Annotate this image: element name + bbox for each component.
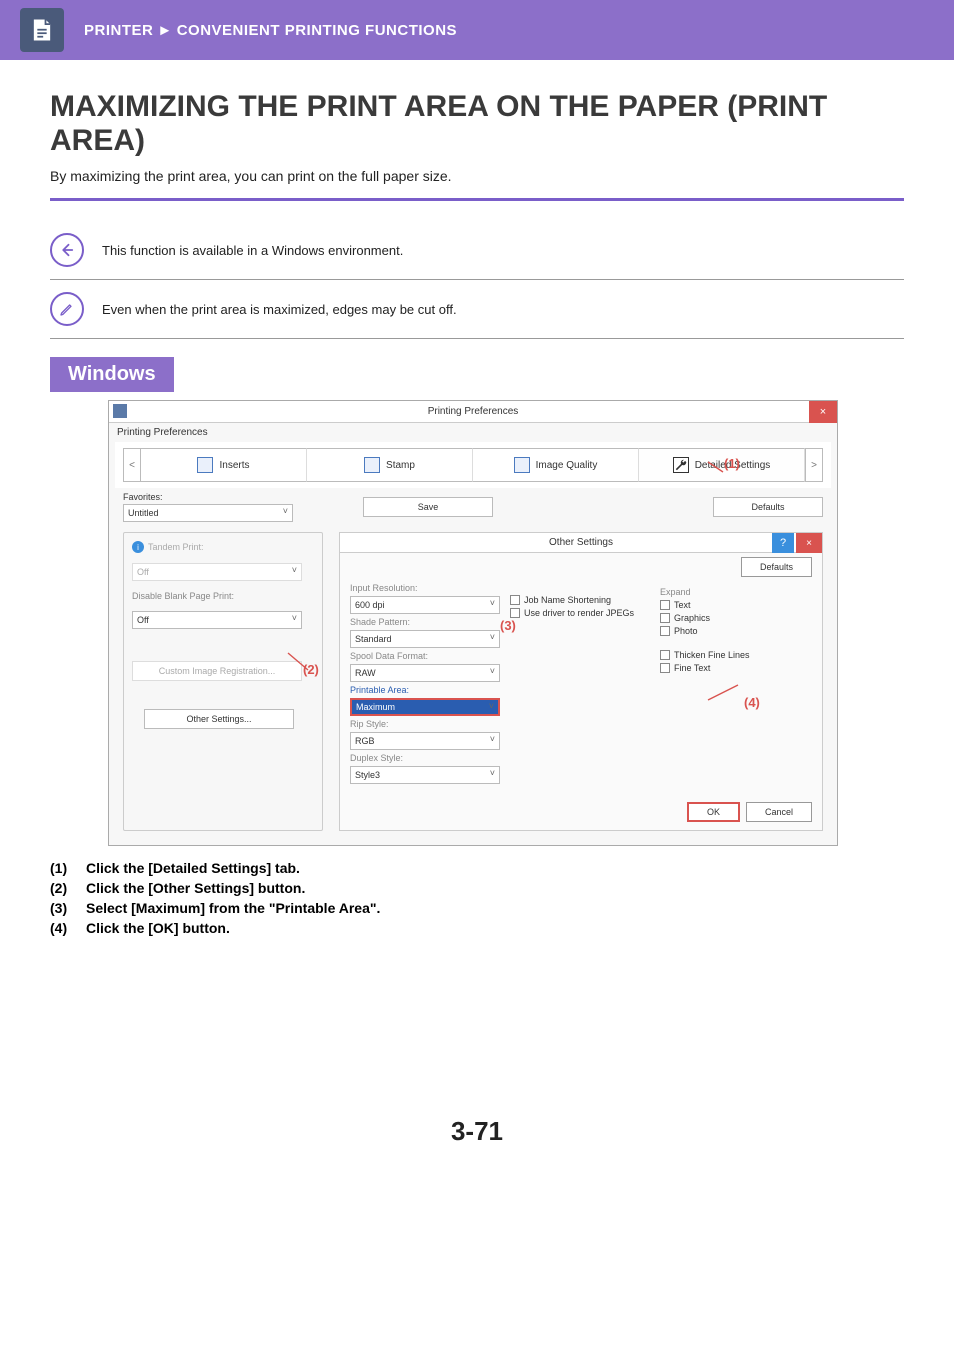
expand-photo-checkbox[interactable]: Photo [660,626,812,636]
back-arrow-icon [50,233,84,267]
dialog-title: Printing Preferences [428,406,519,417]
marker-3: (3) [500,618,516,633]
thicken-fine-lines-checkbox[interactable]: Thicken Fine Lines [660,650,812,660]
info-icon: i [132,541,144,553]
save-button[interactable]: Save [363,497,493,517]
pencil-icon [50,292,84,326]
tab-label: Inserts [219,460,249,471]
tab-label: Image Quality [536,460,598,471]
header-bar: PRINTER ► CONVENIENT PRINTING FUNCTIONS [0,0,954,60]
tandem-print-label: Tandem Print: [148,542,204,552]
blank-page-select[interactable]: Off [132,611,302,629]
tab-detailed-settings[interactable]: Detailed Settings [639,448,805,482]
blank-page-label: Disable Blank Page Print: [132,591,314,601]
printable-area-select[interactable]: Maximum [350,698,500,716]
tab-stamp[interactable]: Stamp [307,448,473,482]
window-icon [113,404,127,418]
other-settings-button[interactable]: Other Settings... [144,709,294,729]
rip-style-label: Rip Style: [350,719,500,729]
spool-format-select[interactable]: RAW [350,664,500,682]
shade-pattern-label: Shade Pattern: [350,617,500,627]
page-title: MAXIMIZING THE PRINT AREA ON THE PAPER (… [50,90,904,158]
input-resolution-select[interactable]: 600 dpi [350,596,500,614]
chevron-right-icon: ► [157,22,172,39]
divider [50,198,904,201]
tab-inserts[interactable]: Inserts [141,448,307,482]
image-quality-icon [514,457,530,473]
job-name-shortening-checkbox[interactable]: Job Name Shortening [510,595,650,605]
duplex-style-select[interactable]: Style3 [350,766,500,784]
page-subtitle: By maximizing the print area, you can pr… [50,168,904,184]
tandem-print-select: Off [132,563,302,581]
step-item: (1)Click the [Detailed Settings] tab. [50,860,954,876]
favorites-select[interactable]: Untitled [123,504,293,522]
note-row: This function is available in a Windows … [50,221,904,280]
dialog-subtitle: Printing Preferences [109,423,837,442]
other-settings-dialog: Other Settings ? × Defaults Input Resolu… [339,532,823,831]
cancel-button[interactable]: Cancel [746,802,812,822]
note-row: Even when the print area is maximized, e… [50,280,904,339]
rip-style-select[interactable]: RGB [350,732,500,750]
sub-defaults-button[interactable]: Defaults [741,557,812,577]
breadcrumb-section[interactable]: PRINTER [84,22,153,39]
marker-4: (4) [744,695,760,710]
tab-label: Stamp [386,460,415,471]
note-text: Even when the print area is maximized, e… [102,302,457,317]
expand-graphics-checkbox[interactable]: Graphics [660,613,812,623]
expand-label: Expand [660,587,812,597]
input-resolution-label: Input Resolution: [350,583,500,593]
shade-pattern-select[interactable]: Standard [350,630,500,648]
stamp-icon [364,457,380,473]
step-item: (2)Click the [Other Settings] button. [50,880,954,896]
sub-dialog-titlebar: Other Settings ? × [340,533,822,553]
dialog-titlebar: Printing Preferences × [109,401,837,423]
use-driver-jpeg-checkbox[interactable]: Use driver to render JPEGs [510,608,650,618]
spool-format-label: Spool Data Format: [350,651,500,661]
custom-image-registration-button: Custom Image Registration... [132,661,302,681]
printer-page-icon [20,8,64,52]
step-item: (3)Select [Maximum] from the "Printable … [50,900,954,916]
tab-next-arrow[interactable]: > [805,448,823,482]
dialog-screenshot: Printing Preferences × Printing Preferen… [108,400,838,846]
duplex-style-label: Duplex Style: [350,753,500,763]
tab-prev-arrow[interactable]: < [123,448,141,482]
marker-1: (1) [724,456,740,471]
printable-area-label: Printable Area: [350,685,500,695]
step-list: (1)Click the [Detailed Settings] tab. (2… [50,860,954,936]
note-text: This function is available in a Windows … [102,243,403,258]
close-icon[interactable]: × [796,533,822,553]
help-icon[interactable]: ? [772,533,794,553]
sub-dialog-title: Other Settings [549,537,613,548]
wrench-icon [673,457,689,473]
inserts-icon [197,457,213,473]
favorites-label: Favorites: [123,492,323,502]
step-item: (4)Click the [OK] button. [50,920,954,936]
page-number: 3-71 [0,1116,954,1147]
fine-text-checkbox[interactable]: Fine Text [660,663,812,673]
left-panel: i Tandem Print: Off Disable Blank Page P… [123,532,323,831]
ok-button[interactable]: OK [687,802,740,822]
tab-image-quality[interactable]: Image Quality [473,448,639,482]
close-icon[interactable]: × [809,401,837,423]
defaults-button[interactable]: Defaults [713,497,823,517]
expand-text-checkbox[interactable]: Text [660,600,812,610]
marker-2: (2) [303,662,319,677]
section-windows: Windows [50,357,174,392]
breadcrumb: PRINTER ► CONVENIENT PRINTING FUNCTIONS [84,22,457,39]
breadcrumb-page[interactable]: CONVENIENT PRINTING FUNCTIONS [177,22,457,39]
